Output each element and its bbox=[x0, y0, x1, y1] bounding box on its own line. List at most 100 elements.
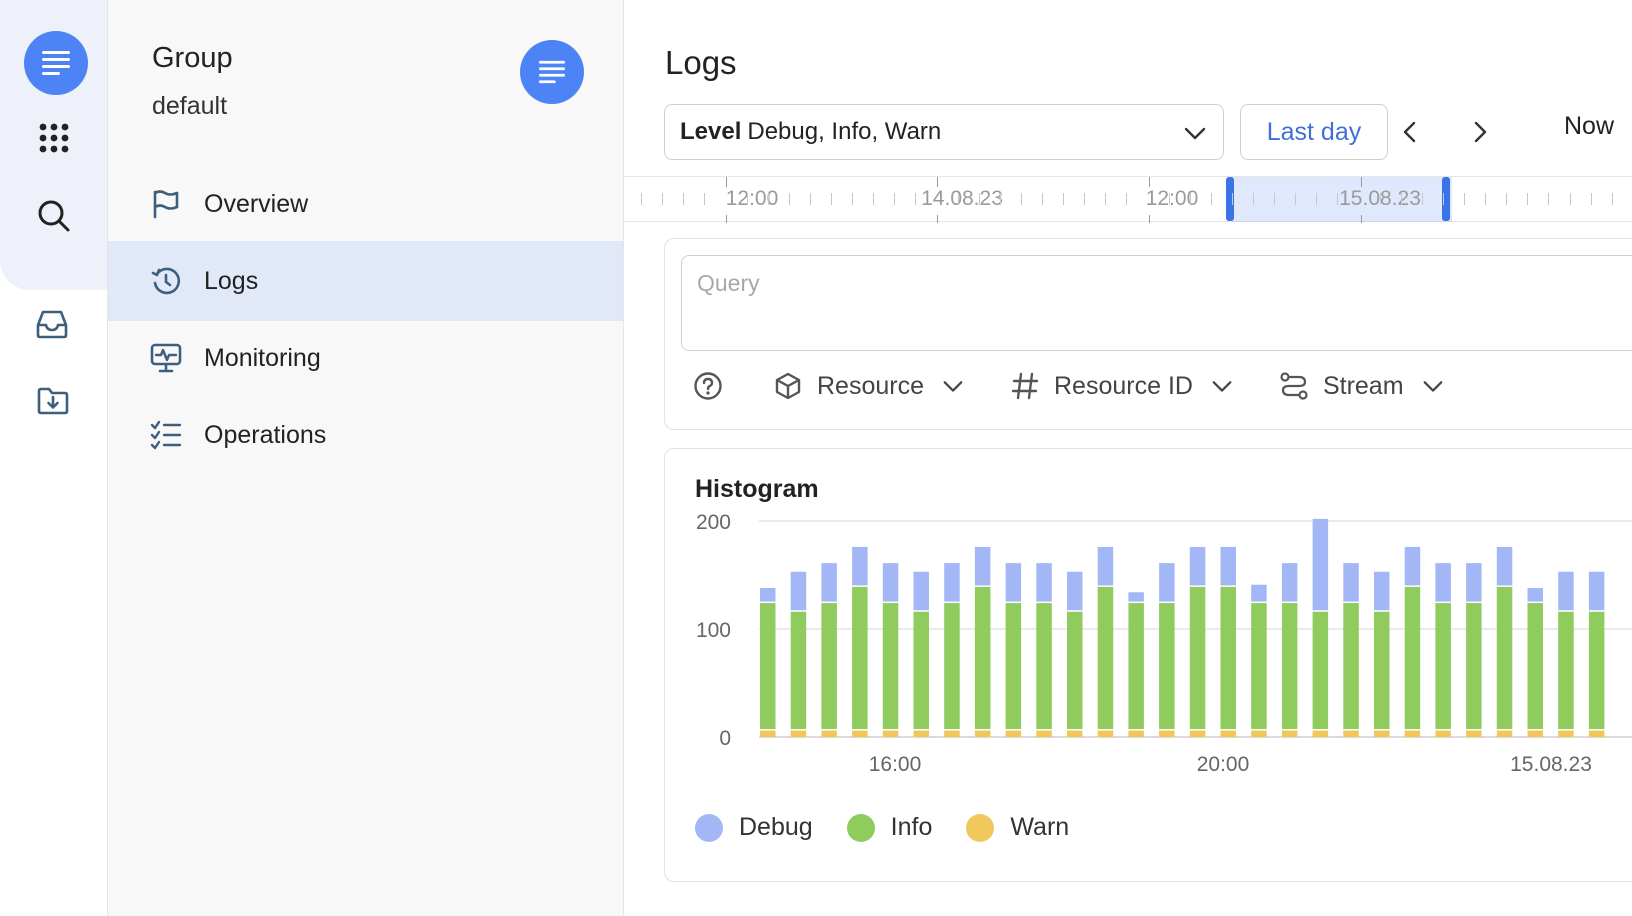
page-title: Logs bbox=[665, 44, 737, 81]
histogram-bar-info bbox=[1220, 586, 1236, 730]
histogram-bar-info bbox=[790, 611, 807, 730]
sidebar-subtitle: default bbox=[152, 92, 228, 120]
histogram-bar-debug bbox=[1036, 563, 1052, 602]
timeline-tick bbox=[1548, 193, 1549, 205]
timeline-tick bbox=[915, 193, 916, 205]
resource-id-filter-label: Resource ID bbox=[1054, 371, 1193, 400]
histogram-chart[interactable]: 0 100 200 16:00 20:00 15.08.23 bbox=[665, 509, 1632, 799]
sidebar-item-overview[interactable]: Overview bbox=[108, 164, 623, 244]
histogram-bar-warn bbox=[882, 730, 899, 737]
legend-item-info[interactable]: Info bbox=[846, 813, 932, 842]
histogram-bar-info bbox=[1159, 603, 1175, 730]
chevron-down-icon bbox=[942, 375, 964, 397]
timeline-tick bbox=[1105, 193, 1106, 205]
histogram-bar-warn bbox=[1527, 730, 1543, 737]
timeline-major-tick bbox=[726, 177, 727, 223]
histogram-bar-warn bbox=[1220, 730, 1236, 737]
histogram-bar-warn bbox=[974, 730, 991, 737]
histogram-legend: Debug Info Warn bbox=[695, 813, 1103, 842]
histogram-bar-warn bbox=[1005, 730, 1022, 737]
histogram-bar-debug bbox=[1496, 546, 1513, 586]
histogram-bar-warn bbox=[913, 730, 929, 737]
histogram-bar-debug bbox=[1435, 563, 1451, 602]
search-icon[interactable] bbox=[34, 196, 74, 236]
history-icon bbox=[148, 263, 184, 299]
timeline-tick bbox=[1316, 193, 1317, 205]
legend-item-warn[interactable]: Warn bbox=[966, 813, 1069, 842]
histogram-bar-info bbox=[1251, 603, 1267, 730]
histogram-card: Histogram 0 100 200 16:00 20:00 15.08.23 Debu… bbox=[664, 448, 1632, 882]
cube-icon bbox=[771, 369, 805, 403]
flag-icon bbox=[148, 186, 184, 222]
timeline-tick bbox=[641, 193, 642, 205]
sidebar-item-label: Monitoring bbox=[204, 343, 321, 372]
timeline-tick bbox=[1232, 193, 1233, 205]
timeline-tick bbox=[1126, 193, 1127, 205]
timeline-tick bbox=[873, 193, 874, 205]
histogram-bar-info bbox=[821, 603, 837, 730]
histogram-bar-debug bbox=[1558, 571, 1574, 611]
level-select[interactable]: Level Debug, Info, Warn bbox=[664, 104, 1224, 160]
timeline-tick bbox=[1527, 193, 1528, 205]
legend-label: Debug bbox=[739, 813, 813, 841]
histogram-bar-debug bbox=[1527, 587, 1543, 602]
timeline-tick bbox=[1337, 193, 1338, 205]
query-input[interactable]: Query bbox=[681, 255, 1632, 351]
sidebar-item-label: Overview bbox=[204, 189, 309, 218]
chevron-right-icon bbox=[1474, 121, 1487, 143]
stream-icon bbox=[1277, 369, 1311, 403]
histogram-bar-debug bbox=[882, 563, 899, 602]
histogram-bar-info bbox=[1312, 611, 1329, 730]
sidebar-item-operations[interactable]: Operations bbox=[108, 395, 623, 475]
inbox-icon[interactable] bbox=[32, 304, 72, 344]
query-help-button[interactable] bbox=[691, 369, 737, 403]
histogram-bar-warn bbox=[1435, 730, 1451, 737]
timeline-ruler[interactable]: 12:00 14.08.23 12:00 15.08.23 bbox=[624, 176, 1632, 223]
timeline-tick bbox=[683, 193, 684, 205]
last-day-button[interactable]: Last day bbox=[1240, 104, 1388, 160]
logs-app-icon[interactable] bbox=[24, 31, 88, 95]
now-button[interactable]: Now bbox=[1564, 112, 1614, 141]
resource-id-filter[interactable]: Resource ID bbox=[1008, 369, 1233, 403]
timeline-tick bbox=[789, 193, 790, 205]
histogram-bar-warn bbox=[944, 730, 960, 737]
timeline-tick bbox=[1000, 193, 1001, 205]
sidebar-item-monitoring[interactable]: Monitoring bbox=[108, 318, 623, 398]
stream-filter[interactable]: Stream bbox=[1277, 369, 1444, 403]
resource-filter[interactable]: Resource bbox=[771, 369, 964, 403]
apps-grid-icon[interactable] bbox=[34, 118, 74, 158]
histogram-bar-debug bbox=[1251, 584, 1267, 602]
chevron-left-icon bbox=[1403, 121, 1416, 143]
histogram-bar-info bbox=[1466, 603, 1482, 730]
histogram-bar-debug bbox=[1343, 563, 1359, 602]
prev-range-button[interactable] bbox=[1390, 112, 1430, 152]
sidebar-item-logs[interactable]: Logs bbox=[108, 241, 623, 321]
histogram-bar-debug bbox=[1374, 571, 1390, 611]
y-tick-label: 200 bbox=[696, 511, 731, 534]
timeline-label: 12:00 bbox=[725, 187, 779, 210]
histogram-bar-info bbox=[1005, 603, 1022, 730]
next-range-button[interactable] bbox=[1460, 112, 1500, 152]
timeline-tick bbox=[979, 193, 980, 205]
folder-download-icon[interactable] bbox=[33, 381, 73, 421]
timeline-tick bbox=[1190, 193, 1191, 205]
timeline-tick bbox=[662, 193, 663, 205]
x-tick-label: 16:00 bbox=[869, 753, 922, 776]
y-tick-label: 0 bbox=[719, 727, 731, 750]
histogram-bar-warn bbox=[852, 730, 868, 737]
timeline-tick bbox=[958, 193, 959, 205]
timeline-tick bbox=[894, 193, 895, 205]
histogram-bar-warn bbox=[1189, 730, 1206, 737]
histogram-bar-warn bbox=[1067, 730, 1083, 737]
chevron-down-icon bbox=[1422, 375, 1444, 397]
timeline-tick bbox=[1591, 193, 1592, 205]
timeline-tick bbox=[1295, 193, 1296, 205]
histogram-bar-debug bbox=[852, 546, 868, 586]
histogram-bar-warn bbox=[1281, 730, 1298, 737]
legend-item-debug[interactable]: Debug bbox=[695, 813, 813, 842]
timeline-tick bbox=[1612, 193, 1613, 205]
legend-dot-debug bbox=[695, 813, 723, 842]
histogram-bar-debug bbox=[1466, 563, 1482, 602]
chevron-down-icon bbox=[1211, 375, 1233, 397]
timeline-major-tick bbox=[937, 177, 938, 223]
